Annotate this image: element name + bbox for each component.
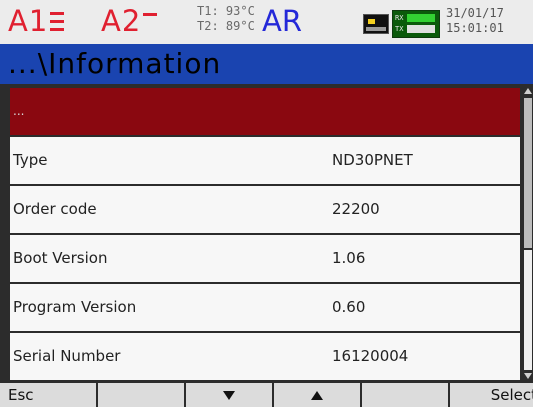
status-bar: A1 A2 T1: 93°C T2: 89°C AR RX TX 31/01/1…: [0, 0, 533, 44]
time: 15:01:01: [446, 21, 504, 35]
info-list: ... Type ND30PNET Order code 22200 Boot …: [10, 88, 520, 382]
alarm-1-label: A1: [8, 4, 49, 38]
list-item-program-version[interactable]: Program Version 0.60: [10, 284, 520, 331]
scroll-up-icon[interactable]: [524, 88, 532, 94]
arrow-down-icon: [223, 391, 235, 400]
function-key-bar: Esc Select: [0, 383, 533, 407]
alarm-level-high-icon: [50, 10, 65, 32]
mode-indicator: AR: [262, 4, 302, 38]
list-item-value: 22200: [332, 200, 380, 218]
net-tx-label: TX: [395, 25, 404, 33]
list-item-label: Serial Number: [13, 347, 121, 365]
esc-button[interactable]: Esc: [0, 383, 96, 407]
title-bar: ...\Information: [0, 44, 533, 84]
list-item-value: ND30PNET: [332, 151, 413, 169]
list-item-label: Type: [13, 151, 48, 169]
list-item-value: 0.60: [332, 298, 366, 316]
temperature-1: T1: 93°C: [197, 4, 255, 18]
list-item-value: 1.06: [332, 249, 366, 267]
select-button[interactable]: Select: [450, 383, 533, 407]
list-item-label: Program Version: [13, 298, 137, 316]
list-item-boot-version[interactable]: Boot Version 1.06: [10, 235, 520, 282]
alarm-2-indicator: A2: [101, 2, 158, 40]
temperature-readout: T1: 93°C T2: 89°C: [197, 4, 255, 34]
function-key-2[interactable]: [98, 383, 184, 407]
date: 31/01/17: [446, 6, 504, 20]
list-item-order-code[interactable]: Order code 22200: [10, 186, 520, 233]
list-item-type[interactable]: Type ND30PNET: [10, 137, 520, 184]
network-icon: RX TX: [392, 10, 440, 38]
date-time: 31/01/17 15:01:01: [446, 6, 504, 36]
page-title: ...\Information: [8, 47, 222, 80]
monitor-icon: [363, 14, 389, 34]
device-screen: A1 A2 T1: 93°C T2: 89°C AR RX TX 31/01/1…: [0, 0, 533, 407]
list-item-parent[interactable]: ...: [10, 88, 520, 135]
up-button[interactable]: [274, 383, 360, 407]
list-item-value: 16120004: [332, 347, 409, 365]
alarm-1-indicator: A1: [8, 2, 65, 40]
list-item-label: ...: [13, 104, 25, 118]
arrow-up-icon: [311, 391, 323, 400]
function-key-5[interactable]: [362, 383, 448, 407]
down-button[interactable]: [186, 383, 272, 407]
scrollbar-thumb[interactable]: [524, 98, 532, 248]
scrollbar-track[interactable]: [524, 250, 532, 370]
temperature-2: T2: 89°C: [197, 19, 255, 33]
alarm-2-label: A2: [101, 4, 142, 38]
list-item-label: Order code: [13, 200, 97, 218]
alarm-level-low-icon: [143, 10, 158, 32]
list-item-label: Boot Version: [13, 249, 108, 267]
scroll-down-icon[interactable]: [524, 373, 532, 379]
net-rx-label: RX: [395, 14, 404, 22]
scrollbar[interactable]: [523, 86, 533, 381]
list-item-serial-number[interactable]: Serial Number 16120004: [10, 333, 520, 380]
